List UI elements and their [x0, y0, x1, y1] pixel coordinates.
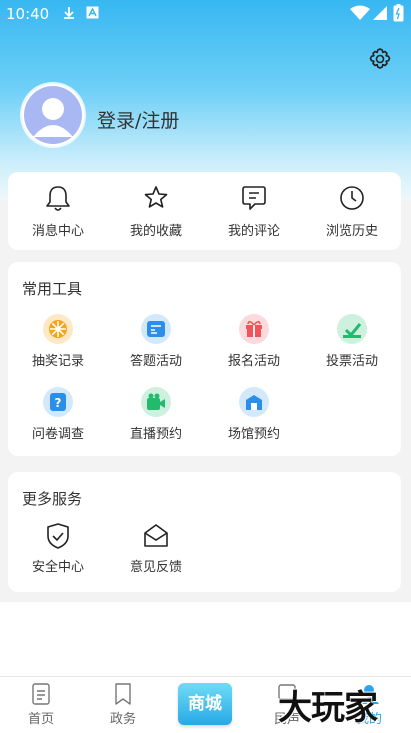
section-title: 更多服务: [22, 490, 83, 508]
envelope-icon: [144, 524, 168, 547]
app-notification-icon: [86, 6, 99, 19]
bell-icon: [46, 186, 70, 211]
status-time: 10:40: [6, 5, 50, 23]
tab-mall[interactable]: 商城: [178, 683, 232, 725]
login-register-link[interactable]: 登录/注册: [97, 106, 179, 133]
tab-home[interactable]: 首页: [6, 683, 76, 727]
tool-label: 场馆预约: [227, 427, 280, 442]
home-doc-icon: [32, 683, 50, 705]
quick-action-label: 消息中心: [31, 224, 84, 239]
tool-live-reservation[interactable]: 直播预约: [107, 387, 205, 442]
section-title: 常用工具: [22, 280, 83, 298]
tool-vote-activities[interactable]: 投票活动: [303, 314, 401, 369]
tab-government[interactable]: 政务: [88, 683, 158, 727]
wifi-icon: [350, 5, 370, 20]
star-icon: [144, 186, 168, 208]
tool-signup-activities[interactable]: 报名活动: [205, 314, 303, 369]
tool-quiz-activities[interactable]: 答题活动: [107, 314, 205, 369]
quick-action-messages[interactable]: 消息中心: [9, 184, 107, 239]
bookmark-icon: [115, 683, 131, 705]
tool-lottery-records[interactable]: 抽奖记录: [9, 314, 107, 369]
tab-label: 首页: [27, 712, 54, 727]
vote-icon: [337, 314, 367, 344]
more-services-card: 更多服务 安全中心 意见反馈: [8, 472, 401, 592]
service-security-center[interactable]: 安全中心: [9, 522, 107, 575]
avatar[interactable]: [22, 84, 84, 146]
comment-icon: [242, 186, 266, 210]
settings-gear-icon[interactable]: [367, 46, 393, 72]
watermark: 大玩家: [278, 688, 378, 728]
service-feedback[interactable]: 意见反馈: [107, 522, 205, 575]
service-label: 安全中心: [31, 560, 84, 575]
status-bar: 10:40: [0, 0, 411, 28]
quick-action-label: 浏览历史: [325, 224, 378, 239]
tool-label: 抽奖记录: [31, 354, 84, 369]
tool-label: 直播预约: [129, 427, 182, 442]
clock-icon: [340, 186, 364, 210]
signal-icon: [373, 6, 387, 20]
battery-icon: [393, 4, 404, 22]
venue-icon: [239, 387, 269, 417]
common-tools-card: 常用工具 抽奖记录 答题活动 报名活动 投票活动 ? 问卷调查 直播预约 场馆预…: [8, 262, 401, 456]
download-icon: [64, 7, 74, 19]
quick-actions-card: 消息中心 我的收藏 我的评论 浏览历史: [8, 172, 401, 250]
tool-label: 答题活动: [129, 354, 182, 369]
tab-label: 政务: [109, 712, 136, 727]
quiz-icon: [141, 314, 171, 344]
gift-icon: [239, 314, 269, 344]
quick-action-history[interactable]: 浏览历史: [303, 184, 401, 239]
service-label: 意见反馈: [129, 560, 182, 575]
tool-survey[interactable]: ? 问卷调查: [9, 387, 107, 442]
default-avatar-icon: [24, 86, 82, 144]
tool-label: 问卷调查: [31, 427, 84, 442]
quick-action-comments[interactable]: 我的评论: [205, 184, 303, 239]
content-spacer: [0, 602, 411, 676]
quick-action-label: 我的收藏: [129, 224, 182, 239]
tool-label: 投票活动: [325, 354, 378, 369]
tool-venue-reservation[interactable]: 场馆预约: [205, 387, 303, 442]
svg-text:?: ?: [55, 396, 62, 410]
survey-icon: ?: [43, 387, 73, 417]
live-icon: [141, 387, 171, 417]
shield-icon: [47, 523, 69, 549]
quick-action-favorites[interactable]: 我的收藏: [107, 184, 205, 239]
lottery-icon: [43, 314, 73, 344]
quick-action-label: 我的评论: [227, 224, 280, 239]
tool-label: 报名活动: [227, 354, 280, 369]
